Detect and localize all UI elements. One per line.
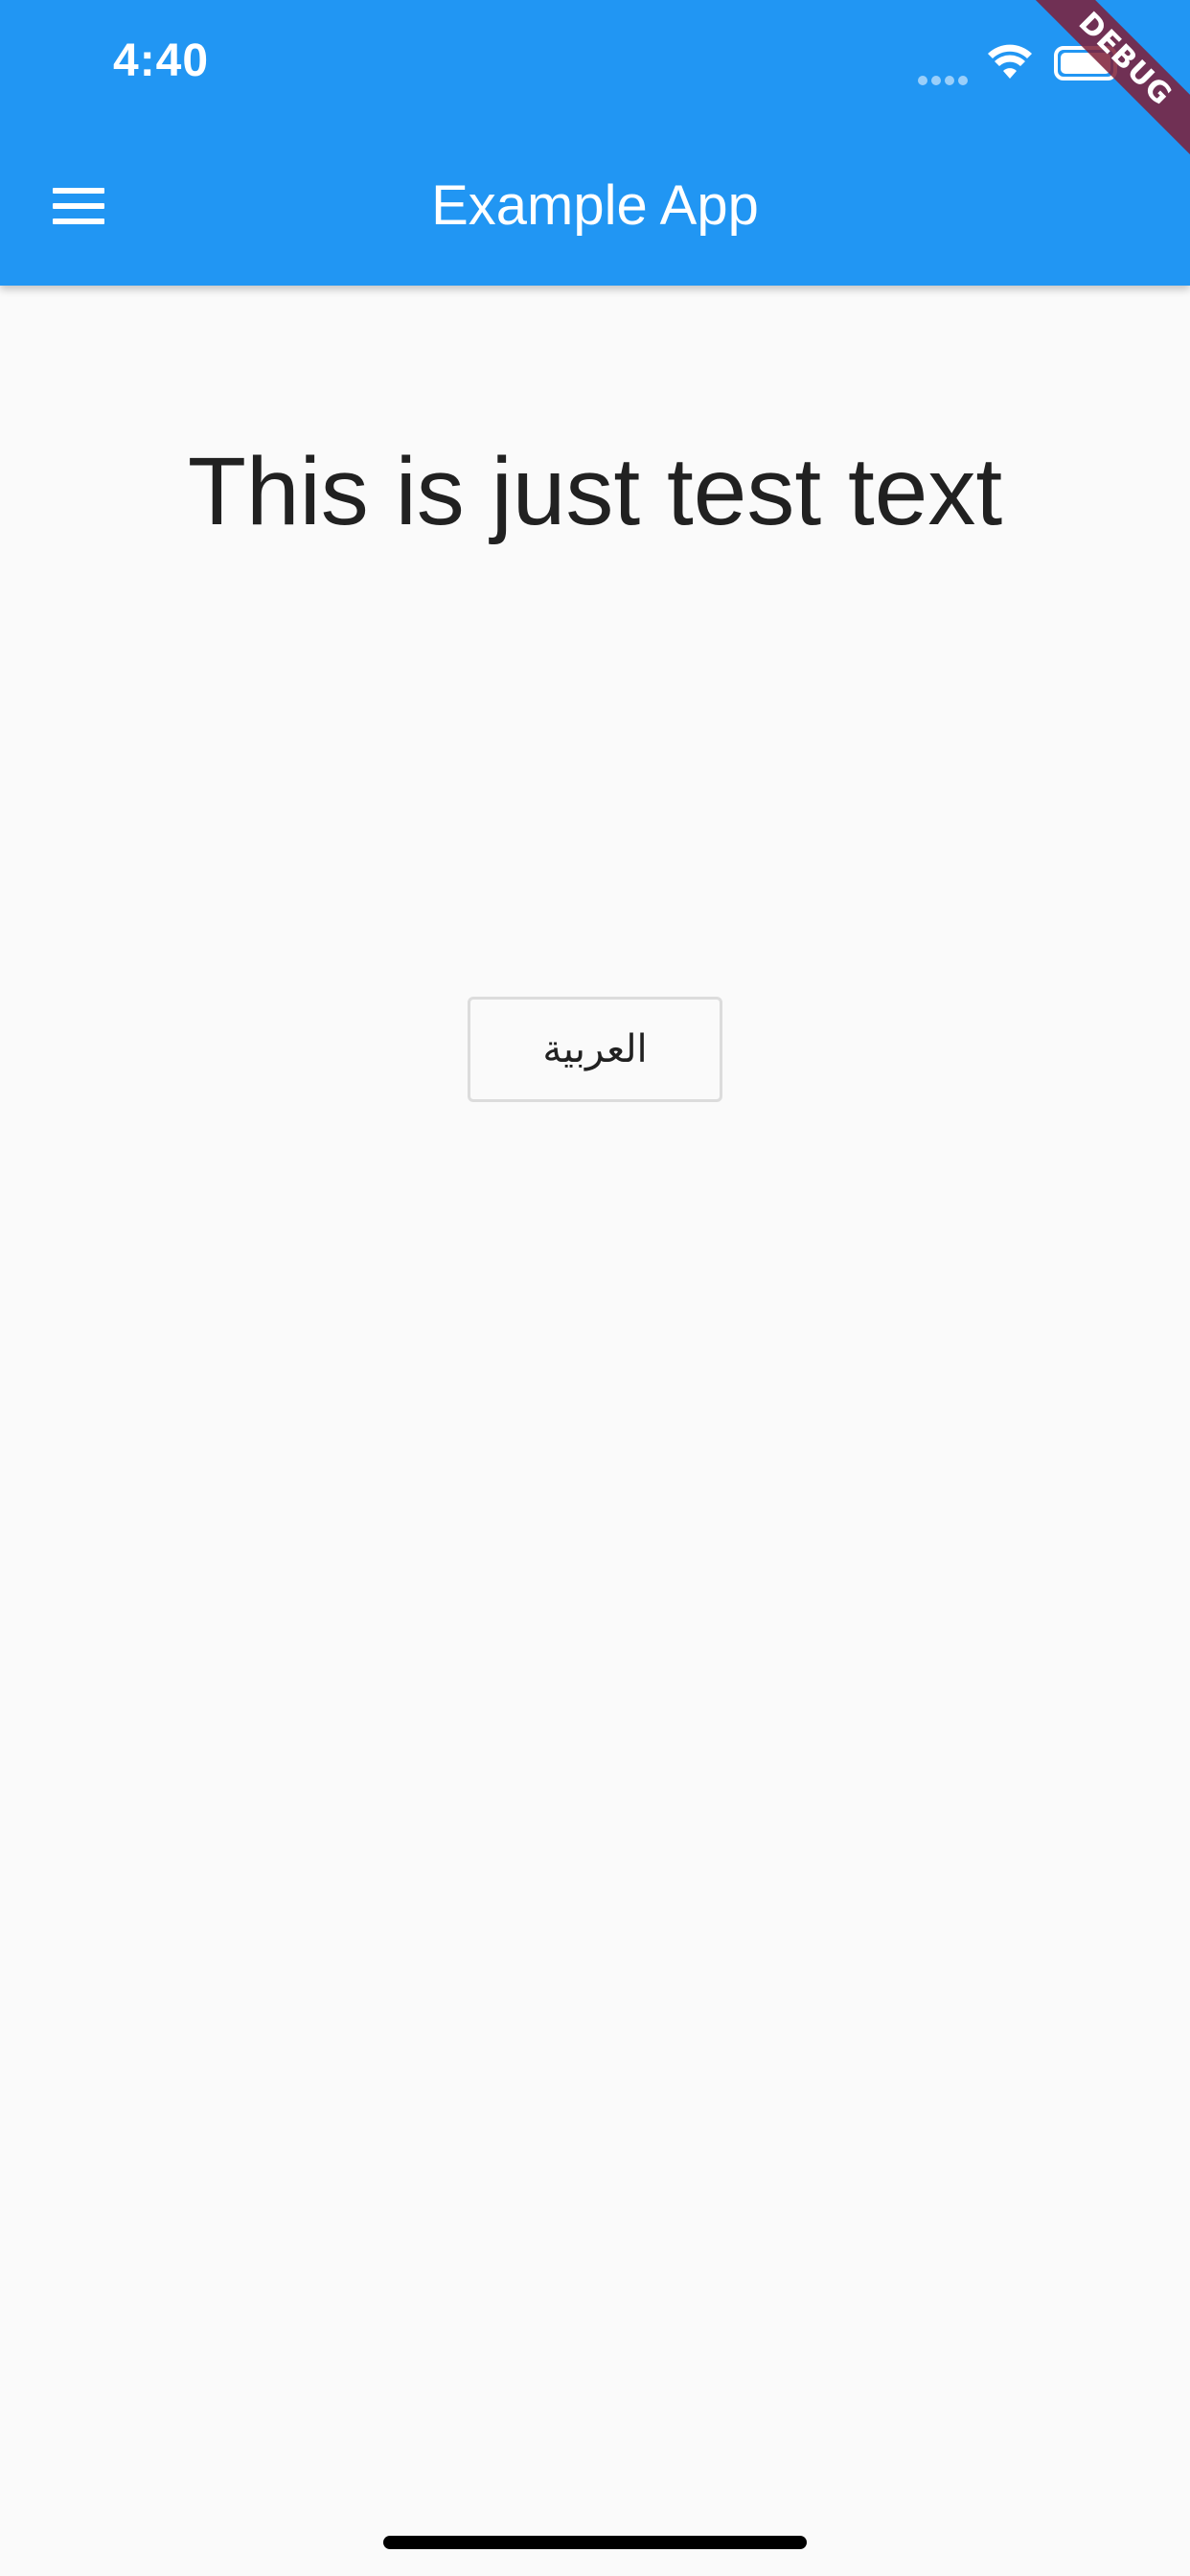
hamburger-menu-icon (53, 188, 104, 224)
headline-text: This is just test text (187, 438, 1003, 545)
arabic-language-button[interactable]: العربية (468, 997, 722, 1102)
app-title: Example App (431, 174, 759, 237)
wifi-icon (988, 44, 1032, 79)
cellular-signal-icon (918, 73, 972, 85)
status-bar: 4:40 (0, 0, 1190, 126)
status-time: 4:40 (113, 35, 210, 86)
toolbar: Example App (0, 126, 1190, 286)
arabic-language-button-label: العربية (542, 1027, 648, 1071)
battery-icon (1054, 46, 1117, 80)
home-indicator[interactable] (383, 2536, 807, 2549)
menu-button[interactable] (33, 160, 125, 252)
app-bar: 4:40 Example App (0, 0, 1190, 286)
app-screen: 4:40 Example App DEBUG This is just test… (0, 0, 1190, 2576)
